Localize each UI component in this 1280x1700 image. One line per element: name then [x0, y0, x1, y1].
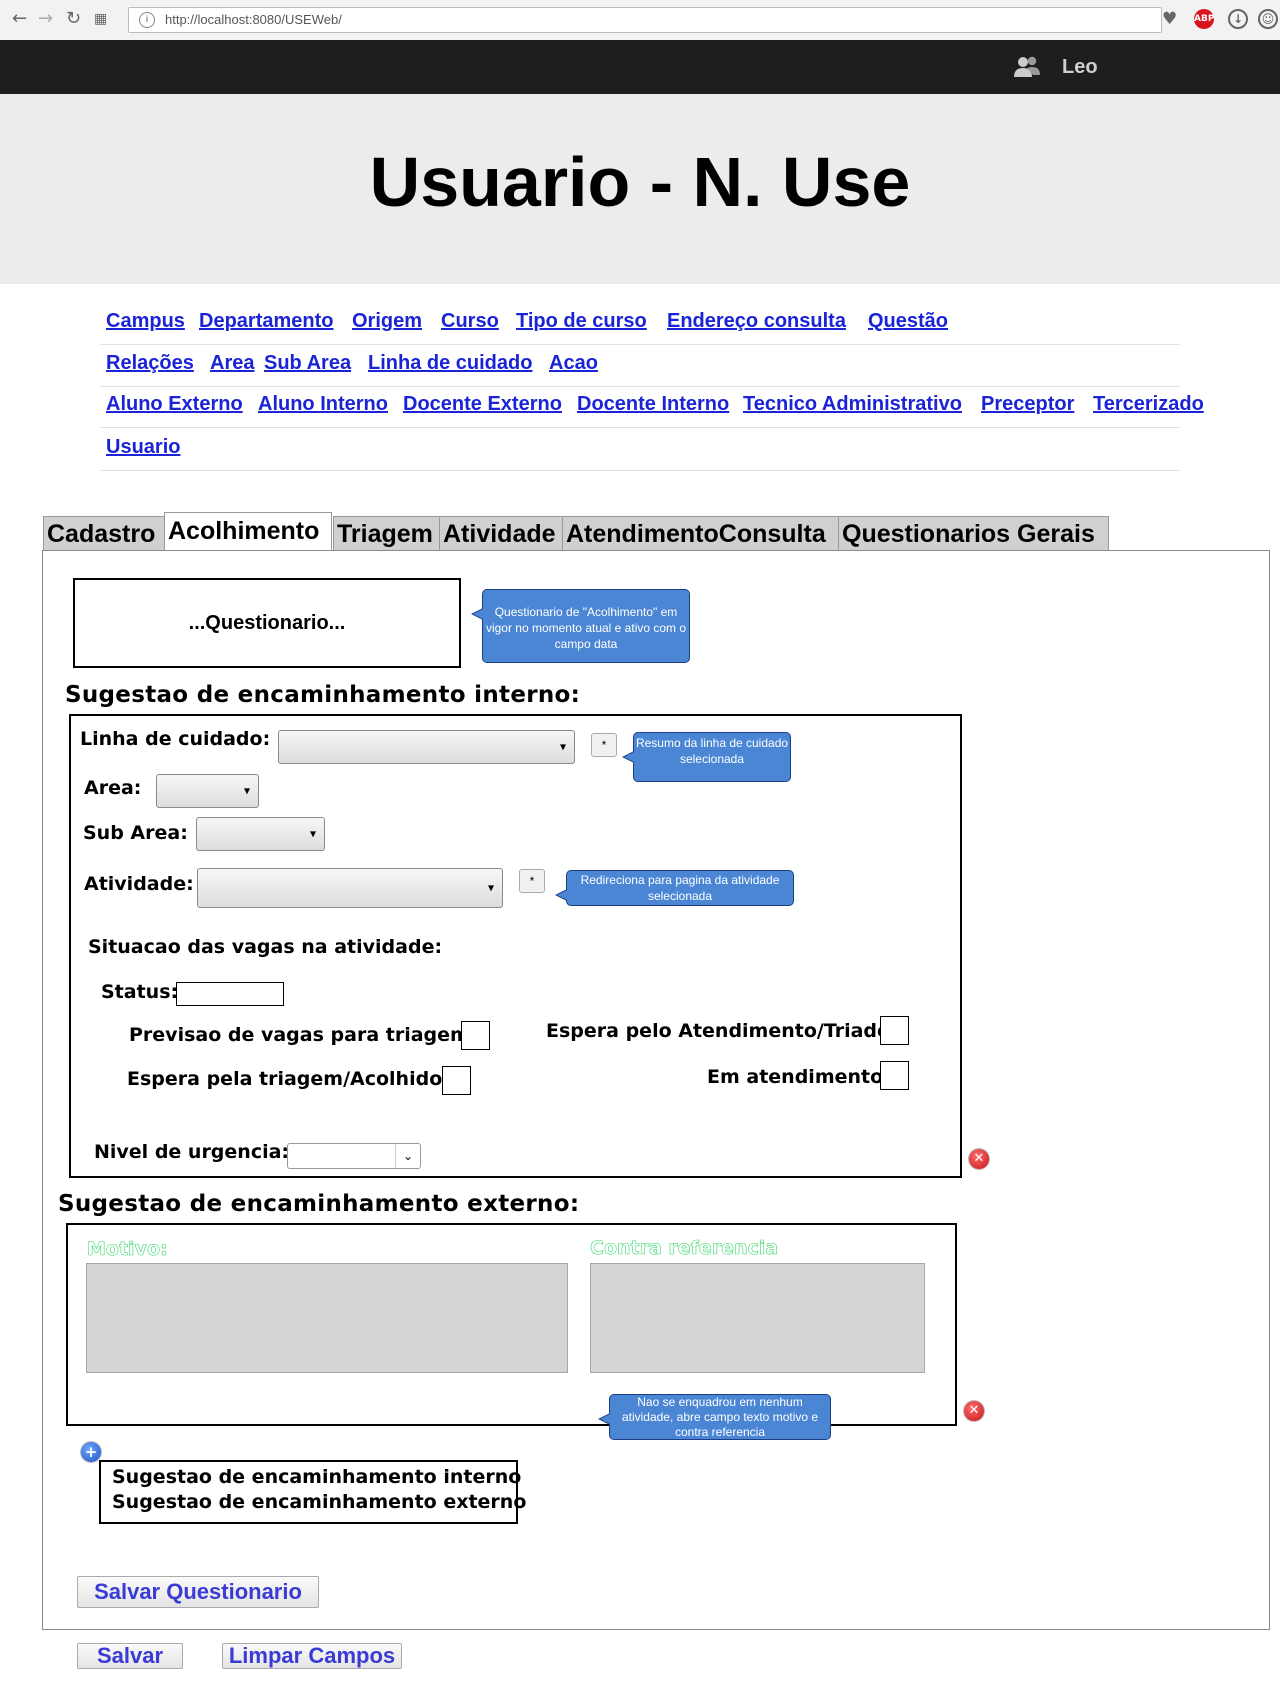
menu-link-tipo-de-curso[interactable]: Tipo de curso — [516, 310, 647, 333]
download-icon[interactable]: ↓ — [1228, 9, 1248, 29]
menu-link-aluno-interno[interactable]: Aluno Interno — [258, 393, 388, 416]
espera-triagem-label: Espera pela triagem/Acolhido: — [127, 1068, 450, 1090]
menu-link-preceptor[interactable]: Preceptor — [981, 393, 1074, 416]
linha-de-cuidado-label: Linha de cuidado: — [80, 728, 271, 750]
users-icon — [1014, 56, 1040, 77]
url-text: http://localhost:8080/USEWeb/ — [165, 12, 342, 27]
menu-link-aluno-externo[interactable]: Aluno Externo — [106, 393, 243, 416]
remove-interno-icon[interactable]: ✕ — [969, 1149, 989, 1169]
questionario-box[interactable]: ...Questionario... — [73, 578, 461, 668]
menu-link-relacoes[interactable]: Relações — [106, 352, 194, 375]
questionario-label: ...Questionario... — [188, 612, 346, 634]
menu-link-departamento[interactable]: Departamento — [199, 310, 333, 333]
adblock-icon[interactable]: ABP — [1194, 9, 1214, 29]
sub-area-label: Sub Area: — [83, 822, 188, 844]
tab-atividade[interactable]: Atividade — [439, 516, 565, 551]
menu-link-acao[interactable]: Acao — [549, 352, 598, 375]
salvar-button[interactable]: Salvar — [77, 1643, 183, 1669]
contra-referencia-textarea[interactable] — [590, 1263, 925, 1373]
browser-toolbar: ← → ↻ ▦ i http://localhost:8080/USEWeb/ … — [0, 0, 1280, 41]
motivo-textarea[interactable] — [86, 1263, 568, 1373]
status-label: Status: — [101, 981, 179, 1003]
salvar-questionario-button[interactable]: Salvar Questionario — [77, 1576, 319, 1608]
address-bar[interactable]: i http://localhost:8080/USEWeb/ — [128, 7, 1162, 33]
top-user-bar: Leo — [0, 40, 1280, 94]
area-label: Area: — [84, 777, 142, 799]
atividade-note-text: Redireciona para pagina da atividade sel… — [580, 873, 780, 903]
reload-icon[interactable]: ↻ — [66, 8, 81, 30]
nivel-urgencia-label: Nivel de urgencia: — [94, 1141, 290, 1163]
menu-link-sub-area[interactable]: Sub Area — [264, 352, 351, 375]
profile-icon[interactable]: ☺ — [1258, 9, 1278, 29]
status-field[interactable] — [176, 982, 284, 1006]
pocket-heart-icon[interactable]: ♥ — [1162, 8, 1177, 30]
espera-atendimento-checkbox[interactable] — [880, 1016, 909, 1045]
forward-arrow-icon[interactable]: → — [38, 8, 53, 30]
menu-link-linha-de-cuidado[interactable]: Linha de cuidado — [368, 352, 532, 375]
linha-star-button[interactable]: * — [591, 733, 617, 757]
externo-note: Nao se enquadrou em nenhum atividade, ab… — [598, 1394, 831, 1440]
remove-externo-icon[interactable]: ✕ — [964, 1401, 984, 1421]
externo-section-title: Sugestao de encaminhamento externo: — [58, 1191, 580, 1217]
chevron-down-icon: ⌄ — [395, 1144, 420, 1168]
atividade-note: Redireciona para pagina da atividade sel… — [555, 870, 794, 906]
externo-note-text: Nao se enquadrou em nenhum atividade, ab… — [621, 1395, 819, 1439]
tab-atendimento-consulta[interactable]: AtendimentoConsulta — [562, 516, 841, 551]
add-icon[interactable]: + — [81, 1442, 101, 1462]
sub-area-select[interactable] — [196, 817, 325, 851]
back-arrow-icon[interactable]: ← — [12, 8, 27, 30]
menu-link-endereco-consulta[interactable]: Endereço consulta — [667, 310, 846, 333]
menu-row-2: Relações Area Sub Area Linha de cuidado … — [100, 344, 1180, 387]
user-name[interactable]: Leo — [1062, 56, 1098, 79]
menu-row-1: Campus Departamento Origem Curso Tipo de… — [100, 302, 1180, 345]
menu-link-docente-interno[interactable]: Docente Interno — [577, 393, 729, 416]
menu-link-curso[interactable]: Curso — [441, 310, 499, 333]
espera-triagem-checkbox[interactable] — [442, 1066, 471, 1095]
menu-link-tecnico-administrativo[interactable]: Tecnico Administrativo — [743, 393, 962, 416]
add-externo-option[interactable]: Sugestao de encaminhamento externo — [112, 1491, 526, 1513]
atividade-star-button[interactable]: * — [519, 869, 545, 893]
menu-row-4: Usuario — [100, 428, 1180, 471]
page-header: Usuario - N. Use — [0, 94, 1280, 284]
info-icon[interactable]: i — [139, 12, 155, 28]
menu-link-docente-externo[interactable]: Docente Externo — [403, 393, 562, 416]
espera-atendimento-label: Espera pelo Atendimento/Triado: — [546, 1020, 898, 1042]
atividade-select[interactable] — [197, 868, 503, 908]
contra-referencia-label: Contra referencia — [590, 1237, 779, 1260]
menu-link-tercerizado[interactable]: Tercerizado — [1093, 393, 1204, 416]
tab-cadastro[interactable]: Cadastro — [43, 516, 169, 551]
motivo-label: Motivo: — [87, 1238, 168, 1261]
previsao-checkbox[interactable] — [461, 1021, 490, 1050]
tab-questionarios-gerais[interactable]: Questionarios Gerais — [838, 516, 1109, 551]
atividade-label: Atividade: — [84, 873, 194, 895]
menu-link-campus[interactable]: Campus — [106, 310, 185, 333]
menu-link-questao[interactable]: Questão — [868, 310, 948, 333]
menu-link-origem[interactable]: Origem — [352, 310, 422, 333]
page-title: Usuario - N. Use — [369, 143, 911, 221]
interno-section-title: Sugestao de encaminhamento interno: — [65, 682, 581, 708]
linha-note-text: Resumo da linha de cuidado selecionada — [635, 736, 789, 766]
questionario-note: Questionario de "Acolhimento" em vigor n… — [471, 589, 690, 663]
em-atendimento-label: Em atendimento: — [707, 1066, 891, 1088]
em-atendimento-checkbox[interactable] — [880, 1061, 909, 1090]
questionario-note-text: Questionario de "Acolhimento" em vigor n… — [485, 605, 687, 651]
tab-acolhimento[interactable]: Acolhimento — [164, 512, 332, 553]
linha-note: Resumo da linha de cuidado selecionada — [622, 732, 791, 782]
situacao-label: Situacao das vagas na atividade: — [88, 936, 443, 958]
tab-triagem[interactable]: Triagem — [333, 516, 442, 551]
nivel-urgencia-select[interactable]: ⌄ — [287, 1143, 421, 1169]
add-suggestion-menu: Sugestao de encaminhamento interno Suges… — [99, 1460, 526, 1524]
limpar-campos-button[interactable]: Limpar Campos — [222, 1643, 402, 1669]
previsao-label: Previsao de vagas para triagem: — [129, 1024, 478, 1046]
menu-row-3: Aluno Externo Aluno Interno Docente Exte… — [100, 385, 1204, 428]
area-select[interactable] — [156, 774, 259, 808]
apps-grid-icon[interactable]: ▦ — [94, 8, 107, 30]
menu-link-area[interactable]: Area — [210, 352, 254, 375]
menu-link-usuario[interactable]: Usuario — [106, 436, 180, 459]
linha-de-cuidado-select[interactable] — [278, 730, 575, 764]
add-interno-option[interactable]: Sugestao de encaminhamento interno — [112, 1466, 521, 1488]
